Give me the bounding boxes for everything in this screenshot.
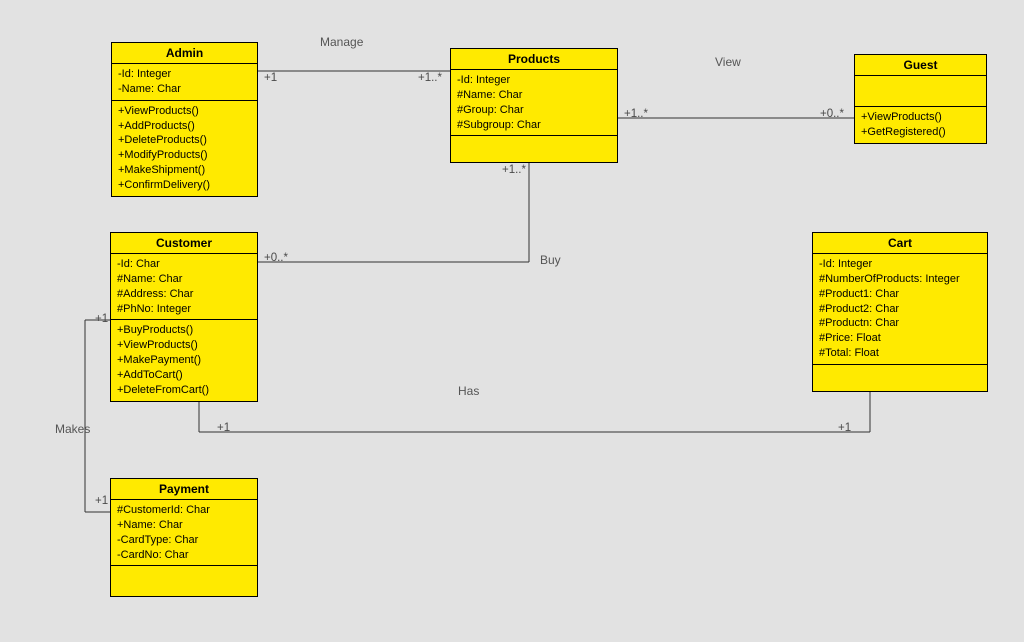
class-admin: Admin -Id: Integer -Name: Char +ViewProd… — [111, 42, 258, 197]
mult: +1 — [95, 495, 108, 507]
class-title: Guest — [855, 55, 986, 76]
mult: +1 — [95, 313, 108, 325]
attributes-section: -Id: Integer #Name: Char #Group: Char #S… — [451, 70, 617, 136]
class-payment: Payment #CustomerId: Char +Name: Char -C… — [110, 478, 258, 597]
label-has: Has — [458, 384, 479, 398]
operations-section: +ViewProducts() +AddProducts() +DeletePr… — [112, 101, 257, 196]
label-manage: Manage — [320, 35, 363, 49]
mult: +1 — [264, 72, 277, 84]
class-customer: Customer -Id: Char #Name: Char #Address:… — [110, 232, 258, 402]
label-makes: Makes — [55, 422, 90, 436]
class-guest: Guest +ViewProducts() +GetRegistered() — [854, 54, 987, 144]
class-title: Admin — [112, 43, 257, 64]
attributes-section: -Id: Integer -Name: Char — [112, 64, 257, 101]
mult: +0..* — [820, 108, 844, 120]
attributes-section — [855, 76, 986, 107]
class-title: Customer — [111, 233, 257, 254]
operations-section: +BuyProducts() +ViewProducts() +MakePaym… — [111, 320, 257, 400]
operations-section — [813, 365, 987, 391]
operations-section — [111, 566, 257, 596]
attributes-section: #CustomerId: Char +Name: Char -CardType:… — [111, 500, 257, 566]
mult: +1..* — [624, 108, 648, 120]
operations-section — [451, 136, 617, 162]
class-products: Products -Id: Integer #Name: Char #Group… — [450, 48, 618, 163]
class-cart: Cart -Id: Integer #NumberOfProducts: Int… — [812, 232, 988, 392]
attributes-section: -Id: Char #Name: Char #Address: Char #Ph… — [111, 254, 257, 320]
label-view: View — [715, 55, 741, 69]
class-title: Products — [451, 49, 617, 70]
mult: +1..* — [418, 72, 442, 84]
class-title: Payment — [111, 479, 257, 500]
mult: +1 — [838, 422, 851, 434]
operations-section: +ViewProducts() +GetRegistered() — [855, 107, 986, 143]
attributes-section: -Id: Integer #NumberOfProducts: Integer … — [813, 254, 987, 365]
label-buy: Buy — [540, 253, 561, 267]
class-title: Cart — [813, 233, 987, 254]
mult: +0..* — [264, 252, 288, 264]
mult: +1..* — [502, 164, 526, 176]
mult: +1 — [217, 422, 230, 434]
